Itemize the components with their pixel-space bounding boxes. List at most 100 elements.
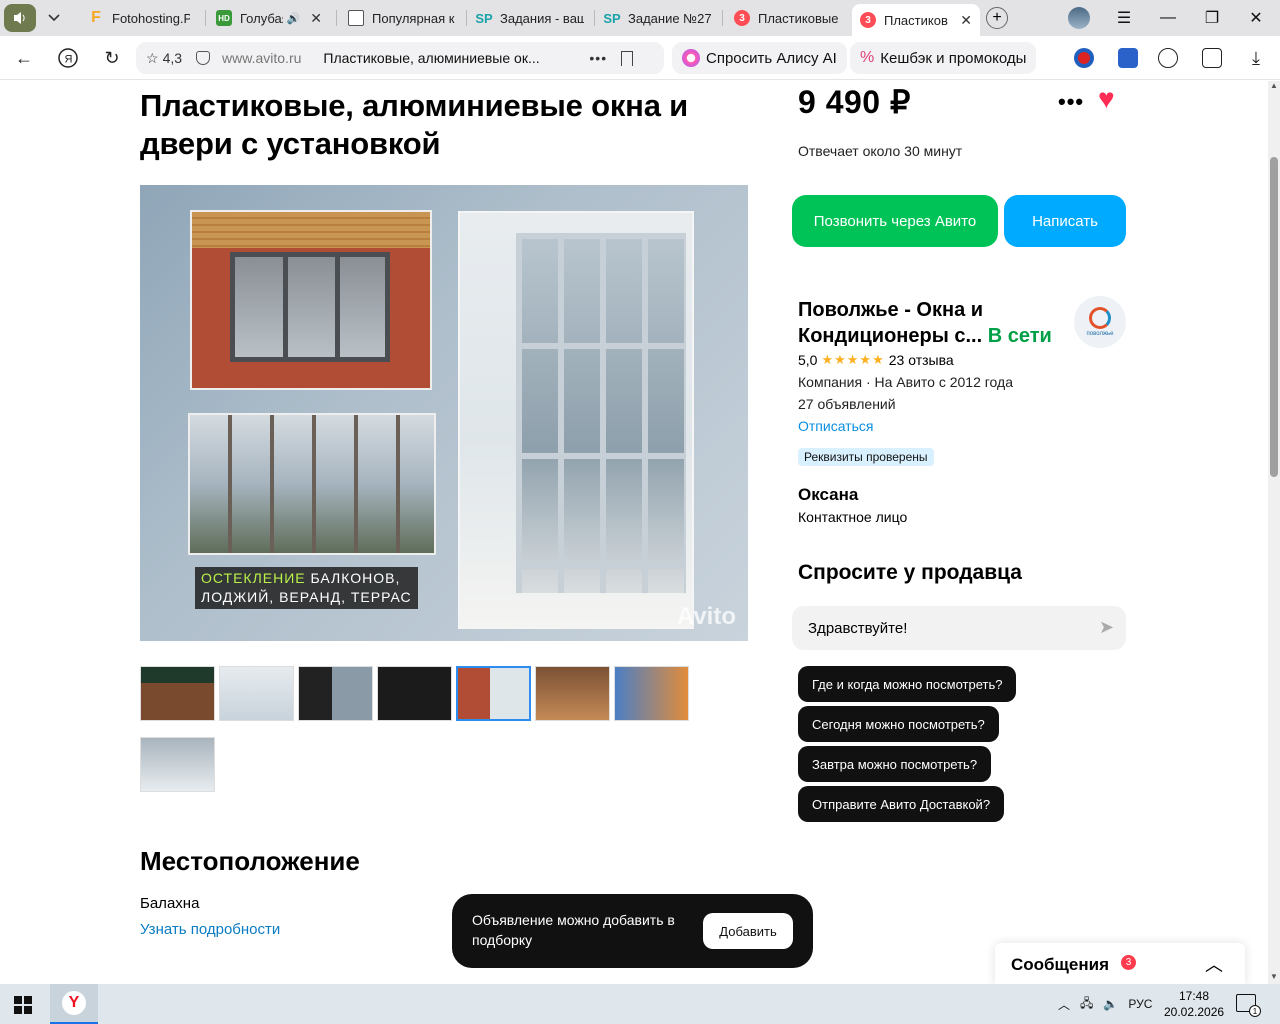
seller-name-block[interactable]: Поволжье - Окна и Кондиционеры с... В се… xyxy=(798,297,1068,349)
thumbnail-8[interactable] xyxy=(140,737,215,792)
seller-ads-count[interactable]: 27 объявлений xyxy=(798,396,896,412)
scrollbar-thumb[interactable] xyxy=(1270,157,1278,477)
shield-icon[interactable] xyxy=(196,51,211,65)
browser-tab-bar: F Fotohosting.P HD Голубая 🔊 ✕ Популярна… xyxy=(0,0,1280,36)
tab-zadaniya[interactable]: SP Задания - ваш xyxy=(468,4,592,32)
tab-label: Пластиков xyxy=(884,12,948,28)
close-window-button[interactable]: ✕ xyxy=(1234,0,1278,36)
messages-label: Сообщения xyxy=(1011,955,1109,974)
close-icon: ✕ xyxy=(1249,10,1263,27)
ask-alice-button[interactable]: Спросить Алису AI xyxy=(672,42,847,74)
bookmark-icon[interactable] xyxy=(621,50,634,66)
seller-reviews-count[interactable]: 23 отзыва xyxy=(889,352,954,368)
sidebar-toggle-button[interactable] xyxy=(4,4,36,32)
minimize-button[interactable]: — xyxy=(1146,0,1190,36)
extension-shield-icon[interactable] xyxy=(1074,48,1094,68)
tab-golubaya[interactable]: HD Голубая 🔊 ✕ xyxy=(208,4,330,32)
contact-role: Контактное лицо xyxy=(798,509,908,525)
new-tab-button[interactable]: + xyxy=(986,7,1008,29)
extension-translate-icon[interactable] xyxy=(1118,48,1138,68)
toast-add-button[interactable]: Добавить xyxy=(703,913,793,949)
call-via-avito-button[interactable]: Позвонить через Авито xyxy=(792,195,998,247)
location-details-link[interactable]: Узнать подробности xyxy=(140,921,280,938)
thumbnail-3[interactable] xyxy=(298,666,373,721)
ask-seller-input[interactable]: Здравствуйте! ➤ xyxy=(792,606,1126,650)
scroll-up-icon[interactable]: ▲ xyxy=(1268,81,1280,93)
network-icon[interactable]: 🖧 xyxy=(1080,994,1093,1015)
seller-online-status: В сети xyxy=(987,325,1052,347)
close-tab-icon[interactable]: ✕ xyxy=(310,10,322,27)
seller-rating[interactable]: 5,0 ★★★★★ 23 отзыва xyxy=(798,352,954,368)
volume-icon[interactable]: 🔈 xyxy=(1103,997,1118,1011)
taskbar-yandex-browser[interactable]: Y xyxy=(50,984,98,1024)
browser-menu-button[interactable]: ☰ xyxy=(1102,0,1146,36)
document-favicon-icon xyxy=(348,10,364,26)
tab-popular[interactable]: Популярная к xyxy=(340,4,464,32)
tray-expand-icon[interactable]: ︿ xyxy=(1058,996,1070,1013)
clock[interactable]: 17:48 20.02.2026 xyxy=(1164,988,1224,1020)
site-rating[interactable]: ☆ 4,3 xyxy=(146,50,182,67)
back-button[interactable]: ← xyxy=(12,46,36,70)
quick-question-4[interactable]: Отправите Авито Доставкой? xyxy=(798,786,1005,822)
seller-avatar-label: поволжье xyxy=(1086,331,1114,337)
profile-avatar[interactable] xyxy=(1068,7,1090,29)
quick-question-2[interactable]: Сегодня можно посмотреть? xyxy=(798,706,999,742)
star-outline-icon: ☆ xyxy=(146,49,159,66)
tab-label: Задание №27 xyxy=(628,10,712,26)
reload-button[interactable]: ↻ xyxy=(100,46,124,70)
unsubscribe-link[interactable]: Отписаться xyxy=(798,418,873,434)
video-play-icon[interactable] xyxy=(1158,48,1178,68)
location-heading: Местоположение xyxy=(140,846,360,876)
restore-icon: ❐ xyxy=(1204,10,1220,27)
seller-logo-icon xyxy=(1089,307,1111,329)
notifications-icon[interactable]: 1 xyxy=(1236,994,1261,1017)
write-message-button[interactable]: Написать xyxy=(1004,195,1126,247)
percent-icon: % xyxy=(860,49,875,66)
listing-main-photo[interactable]: ОСТЕКЛЕНИЕ БАЛКОНОВ, ЛОДЖИЙ, ВЕРАНД, ТЕР… xyxy=(140,185,748,641)
restore-button[interactable]: ❐ xyxy=(1190,0,1234,36)
scroll-down-icon[interactable]: ▼ xyxy=(1268,972,1280,984)
avito-watermark: Avito xyxy=(676,603,736,630)
address-bar[interactable]: ☆ 4,3 www.avito.ru Пластиковые, алюминие… xyxy=(136,42,664,74)
favorite-heart-icon[interactable]: ♥ xyxy=(1098,85,1115,113)
collections-icon[interactable] xyxy=(1202,48,1222,68)
photo-caption: ОСТЕКЛЕНИЕ БАЛКОНОВ, ЛОДЖИЙ, ВЕРАНД, ТЕР… xyxy=(195,567,418,609)
verified-badge: Реквизиты проверены xyxy=(798,448,934,466)
downloads-button[interactable]: ⤓ xyxy=(1244,46,1268,70)
more-dots-icon[interactable]: ••• xyxy=(589,50,607,66)
language-indicator[interactable]: РУС xyxy=(1128,997,1152,1011)
hamburger-icon: ☰ xyxy=(1116,10,1132,27)
tab-zadanie-27[interactable]: SP Задание №27 xyxy=(596,4,720,32)
quick-question-1[interactable]: Где и когда можно посмотреть? xyxy=(798,666,1017,702)
avito-favicon-icon: 3 xyxy=(734,10,750,26)
tab-fotohosting[interactable]: F Fotohosting.P xyxy=(80,4,198,32)
more-options-icon[interactable]: ••• xyxy=(1058,89,1084,115)
send-arrow-icon[interactable]: ➤ xyxy=(1099,617,1114,638)
thumbnail-7[interactable] xyxy=(614,666,689,721)
thumbnail-5-selected[interactable] xyxy=(456,666,531,721)
seller-avatar[interactable]: поволжье xyxy=(1074,296,1126,348)
audio-playing-icon[interactable]: 🔊 xyxy=(287,12,301,25)
svg-text:Я: Я xyxy=(65,54,73,66)
tabs-menu-button[interactable] xyxy=(38,4,70,32)
tab-plastic-active[interactable]: 3 Пластиков ✕ xyxy=(852,4,980,36)
thumbnail-6[interactable] xyxy=(535,666,610,721)
quick-question-3[interactable]: Завтра можно посмотреть? xyxy=(798,746,992,782)
seller-company-info: Компания · На Авито с 2012 года xyxy=(798,374,1013,390)
seller-name[interactable]: Поволжье - Окна и Кондиционеры с... xyxy=(798,299,983,347)
windows-start-icon[interactable] xyxy=(14,996,32,1014)
messages-widget[interactable]: Сообщения 3 ︿ xyxy=(995,943,1245,984)
close-tab-icon[interactable]: ✕ xyxy=(960,12,972,29)
thumbnail-4[interactable] xyxy=(377,666,452,721)
site-rating-value: 4,3 xyxy=(162,50,183,66)
cashback-button[interactable]: % Кешбэк и промокоды xyxy=(850,42,1037,74)
thumbnail-2[interactable] xyxy=(219,666,294,721)
address-bar-row: ← Я ↻ ☆ 4,3 www.avito.ru Пластиковые, ал… xyxy=(0,36,1280,80)
thumbnail-1[interactable] xyxy=(140,666,215,721)
tab-label: Задания - ваш xyxy=(500,10,584,26)
chevron-up-icon[interactable]: ︿ xyxy=(1205,951,1223,977)
tab-plastic-1[interactable]: 3 Пластиковые xyxy=(726,4,848,32)
page-scrollbar[interactable]: ▲ ▼ xyxy=(1268,81,1280,984)
yandex-button[interactable]: Я xyxy=(56,46,80,70)
contact-name: Оксана xyxy=(798,485,859,504)
